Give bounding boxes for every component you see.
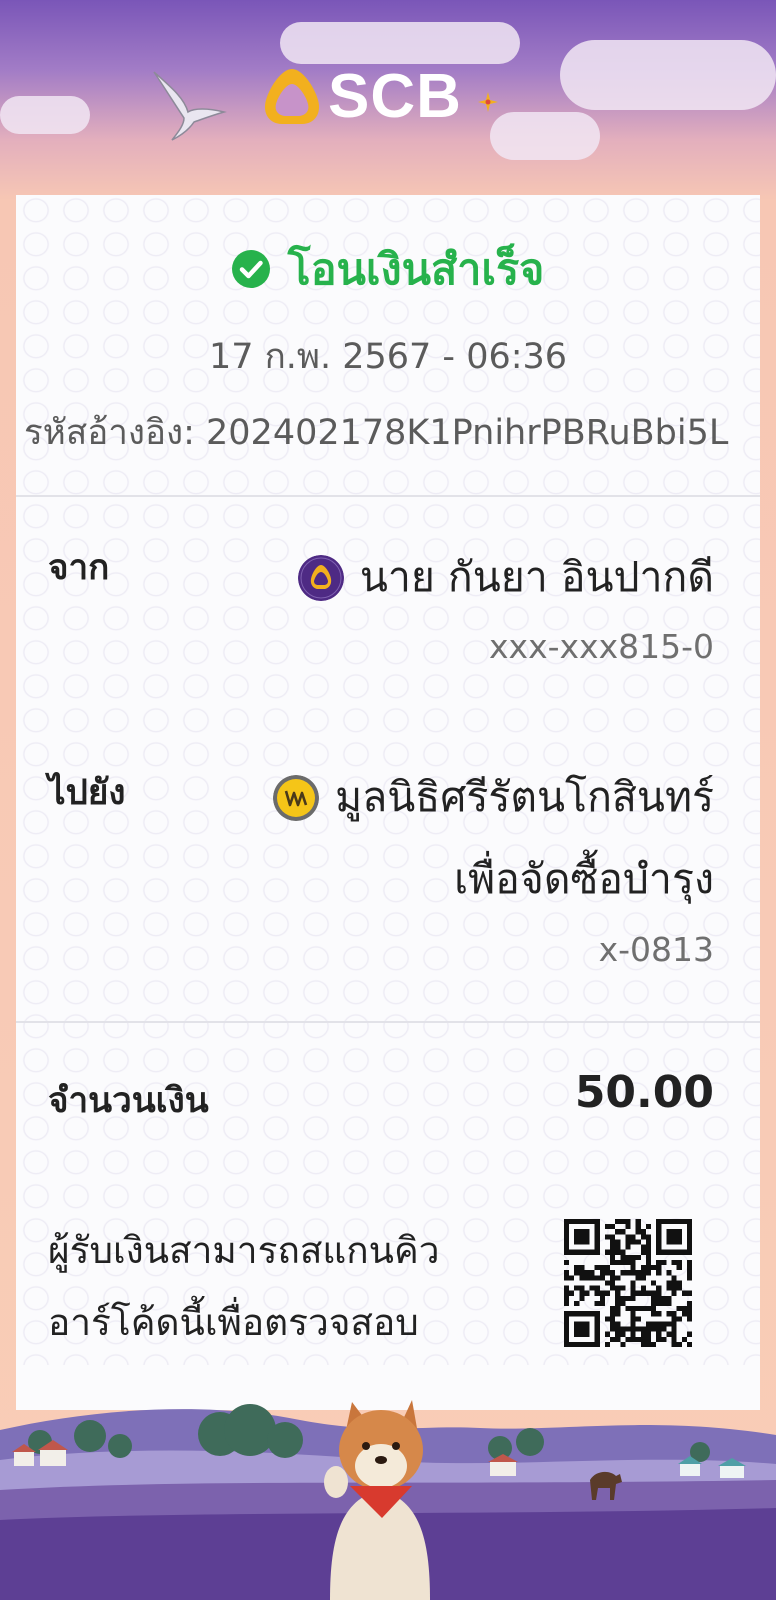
sender-row: นาย กันยา อินปากดี — [297, 545, 714, 610]
check-circle-icon — [231, 250, 270, 288]
from-label: จาก — [48, 548, 110, 588]
recipient-account: x-0813 — [598, 930, 714, 969]
qr-note: ผู้รับเงินสามารถสแกนคิว อาร์โค้ดนี้เพื่อ… — [48, 1215, 508, 1359]
amount-label: จำนวนเงิน — [48, 1081, 209, 1121]
sender-account: xxx-xxx815-0 — [489, 627, 714, 666]
transaction-datetime: 17 ก.พ. 2567 - 06:36 — [208, 337, 568, 377]
landscape-illustration — [0, 1400, 776, 1600]
qr-code-icon[interactable] — [564, 1219, 692, 1347]
sparkle-icon — [478, 92, 498, 112]
qr-note-line1: ผู้รับเงินสามารถสแกนคิว — [48, 1229, 440, 1272]
amount-value: 50.00 — [574, 1067, 714, 1118]
scb-bank-icon — [297, 554, 344, 601]
receipt-zigzag-edge — [16, 1372, 760, 1390]
scb-logo: SCB — [262, 62, 512, 132]
scb-logo-mark-icon — [264, 69, 320, 124]
bird-icon — [153, 71, 227, 141]
recipient-row: มูลนิธิศรีรัตนโกสินทร์ — [273, 765, 714, 830]
cloud-decoration — [560, 40, 776, 110]
status-text: โอนเงินสำเร็จ — [287, 245, 545, 295]
cloud-decoration — [0, 96, 90, 134]
cloud-decoration — [280, 22, 520, 64]
to-label: ไปยัง — [48, 773, 126, 813]
receipt-card: โอนเงินสำเร็จ 17 ก.พ. 2567 - 06:36 รหัสอ… — [16, 195, 760, 1410]
sender-name: นาย กันยา อินปากดี — [359, 553, 714, 601]
header: SCB — [0, 0, 776, 190]
divider — [16, 1021, 760, 1023]
krungsri-bank-icon — [273, 774, 320, 821]
brand-name: SCB — [328, 62, 462, 131]
reference-number: รหัสอ้างอิง: 202402178K1PnihrPBRuBbi5L — [24, 413, 729, 453]
transfer-status: โอนเงินสำเร็จ — [16, 235, 760, 303]
divider — [16, 495, 760, 497]
recipient-name-line2: เพื่อจัดซื้อบำรุง — [454, 855, 714, 903]
recipient-name-line1: มูลนิธิศรีรัตนโกสินทร์ — [335, 773, 714, 821]
qr-note-line2: อาร์โค้ดนี้เพื่อตรวจสอบ — [48, 1301, 419, 1344]
